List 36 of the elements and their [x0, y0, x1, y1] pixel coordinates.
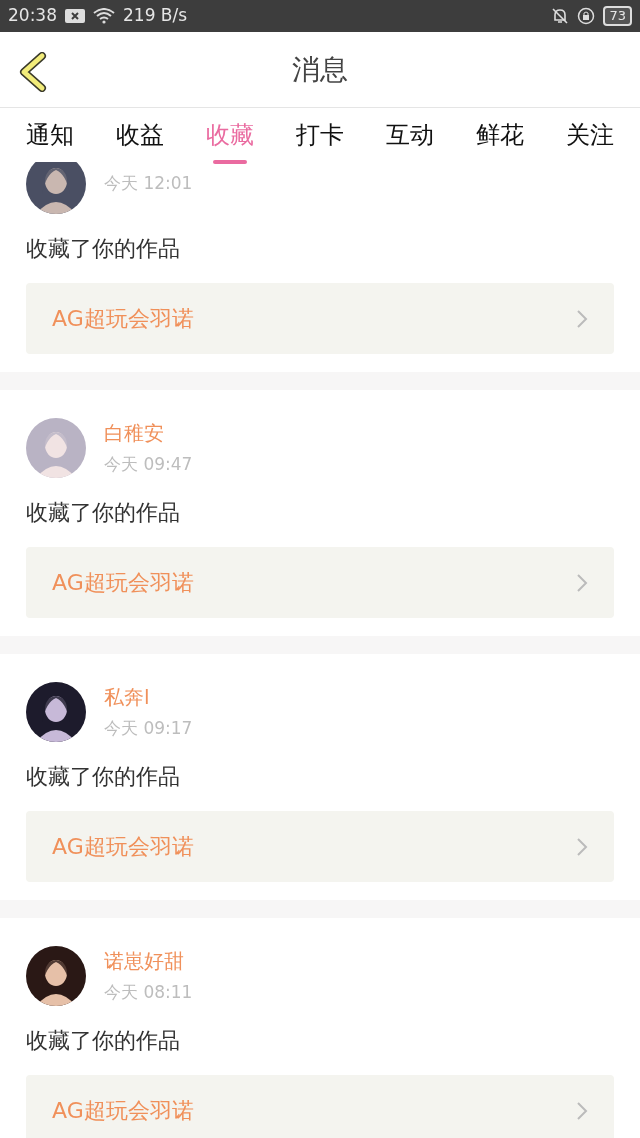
back-button[interactable]: [18, 52, 48, 92]
work-link[interactable]: AG超玩会羽诺: [26, 811, 614, 882]
tab[interactable]: 互动: [386, 108, 434, 162]
message-time: 今天 09:47: [104, 453, 193, 477]
message-time: 今天 09:17: [104, 717, 193, 741]
lock-rotation-icon: [577, 7, 596, 25]
tab[interactable]: 收藏: [206, 108, 254, 162]
mute-icon: [551, 7, 570, 25]
message-text: 收藏了你的作品: [26, 1027, 181, 1055]
chevron-right-icon: [576, 572, 588, 593]
tab[interactable]: 关注: [566, 108, 614, 162]
tab[interactable]: 收益: [116, 108, 164, 162]
tab[interactable]: 通知: [26, 108, 74, 162]
wifi-icon: [93, 8, 115, 24]
chevron-right-icon: [576, 308, 588, 329]
message-text: 收藏了你的作品: [26, 235, 181, 263]
chevron-right-icon: [576, 1100, 588, 1121]
message-time: 今天 08:11: [104, 981, 193, 1005]
message-time: 今天 12:01: [104, 172, 193, 196]
notification-icon: [65, 9, 85, 23]
work-link[interactable]: AG超玩会羽诺: [26, 283, 614, 354]
battery-icon: 73: [603, 6, 632, 26]
chevron-right-icon: [576, 836, 588, 857]
page-title: 消息: [292, 51, 348, 88]
tab[interactable]: 打卡: [296, 108, 344, 162]
tab[interactable]: 鲜花: [476, 108, 524, 162]
message-text: 收藏了你的作品: [26, 763, 181, 791]
work-link[interactable]: AG超玩会羽诺: [26, 547, 614, 618]
user-name[interactable]: 白稚安: [104, 418, 193, 449]
message-text: 收藏了你的作品: [26, 499, 181, 527]
user-name[interactable]: 诺崽好甜: [104, 946, 193, 977]
status-time: 20:38: [8, 4, 57, 28]
user-name[interactable]: 私奔l: [104, 682, 193, 713]
back-icon: [18, 52, 48, 92]
work-link[interactable]: AG超玩会羽诺: [26, 1075, 614, 1138]
network-speed: 219 B/s: [123, 4, 188, 28]
